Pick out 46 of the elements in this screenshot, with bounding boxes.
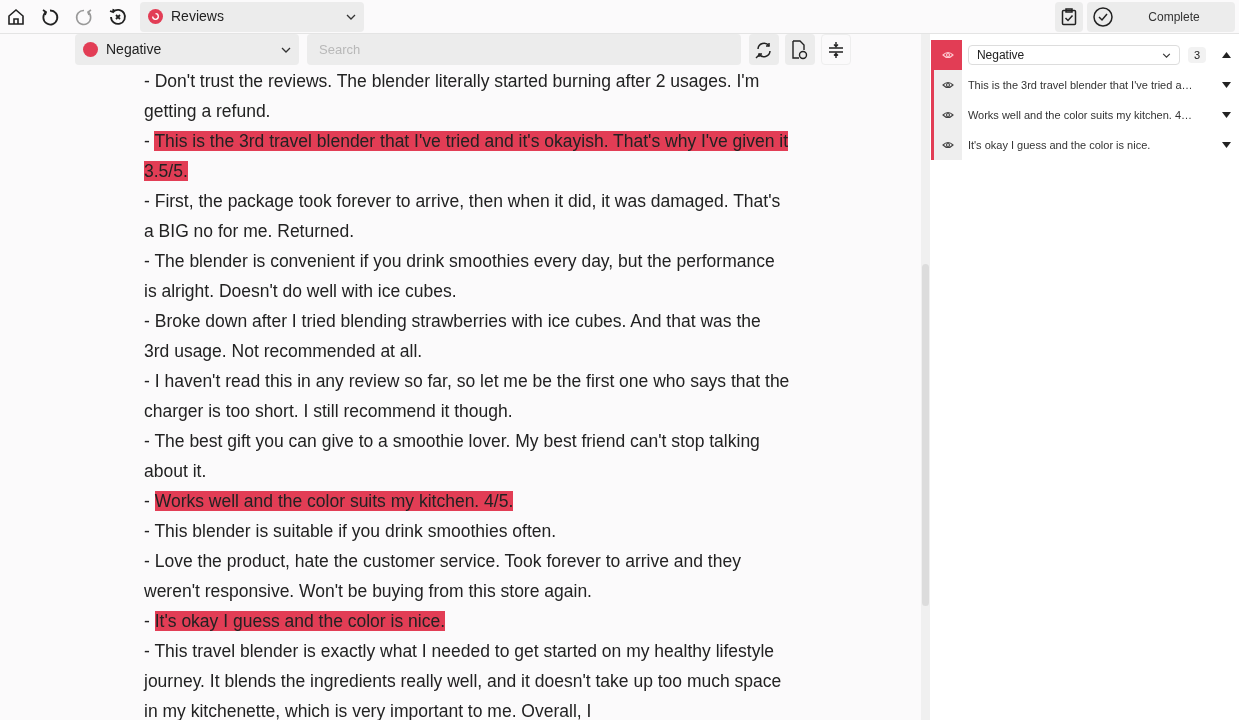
review-line: - Broke down after I tried blending strawberries with ice cubes. And that was the 3rd usage. Not recommended at all. bbox=[144, 310, 762, 363]
checklist-button[interactable] bbox=[1055, 1, 1083, 32]
scrollbar-thumb[interactable] bbox=[921, 264, 929, 606]
review-line: - The best gift you can give to a smoothie lover. My best friend can't stop talking about it. bbox=[144, 430, 761, 483]
review-line: - The blender is convenient if you drink smoothies every day, but the performance is alright. Doesn't do well with ice cubes. bbox=[144, 250, 776, 303]
redo-icon[interactable] bbox=[74, 6, 94, 27]
annotation-text[interactable]: Works well and the color suits my kitchen. 4… bbox=[967, 106, 1222, 124]
review-line: - This travel blender is exactly what I needed to get started on my healthy lifestyle journey. It blends the ingredients really well, and it doesn't take up too much space in my kitchenette, which is very important to me. Overall, I bbox=[144, 640, 783, 720]
review-line: - I haven't read this in any review so far, so let me be the first one who says that the charger is too short. I still recommend it though. bbox=[144, 370, 790, 423]
clipboard-check-icon bbox=[1061, 7, 1077, 26]
refresh-icon bbox=[148, 9, 163, 24]
review-line: - This blender is suitable if you drink smoothies often. bbox=[144, 520, 558, 543]
complete-button[interactable]: Complete bbox=[1087, 1, 1235, 32]
home-icon[interactable] bbox=[6, 6, 26, 27]
caret-up-icon[interactable] bbox=[1222, 52, 1231, 58]
caret-down-icon[interactable] bbox=[1222, 112, 1231, 118]
history-icon[interactable] bbox=[108, 6, 128, 27]
label-dropdown[interactable]: Negative bbox=[75, 34, 299, 65]
document-dropdown[interactable]: Reviews bbox=[140, 1, 364, 32]
label-color-tab[interactable] bbox=[933, 40, 962, 70]
chevron-down-icon bbox=[346, 13, 356, 20]
eye-icon[interactable] bbox=[941, 111, 954, 119]
eye-icon[interactable] bbox=[941, 141, 954, 149]
find-replace-button[interactable] bbox=[749, 34, 779, 65]
review-line: - Works well and the color suits my kitchen. 4/5. bbox=[144, 490, 515, 513]
label-name: Negative bbox=[106, 40, 163, 59]
chevron-down-icon bbox=[1161, 52, 1171, 58]
document-icon bbox=[791, 39, 809, 60]
check-circle-icon bbox=[1093, 6, 1113, 27]
caret-down-icon[interactable] bbox=[1222, 82, 1231, 88]
expand-collapse-button[interactable] bbox=[821, 34, 851, 65]
label-dropdown[interactable]: Negative bbox=[967, 45, 1180, 65]
review-line: - First, the package took forever to arrive, then when it did, it was damaged. That's a BIG no for me. Returned. bbox=[144, 190, 782, 243]
review-line: - Love the product, hate the customer service. Took forever to arrive and they weren't responsive. Won't be buying from this store again. bbox=[144, 550, 742, 603]
chevron-down-icon bbox=[281, 46, 291, 53]
caret-down-icon[interactable] bbox=[1222, 142, 1231, 148]
undo-icon[interactable] bbox=[40, 6, 60, 27]
annotation-text[interactable]: This is the 3rd travel blender that I've tried a… bbox=[967, 76, 1222, 94]
document-name: Reviews bbox=[171, 7, 225, 26]
count-badge: 3 bbox=[1187, 46, 1206, 64]
annotation-text[interactable]: It's okay I guess and the color is nice. bbox=[967, 136, 1222, 154]
document-search-button[interactable] bbox=[785, 34, 815, 65]
eye-icon[interactable] bbox=[941, 81, 954, 89]
review-line: - It's okay I guess and the color is nice. bbox=[144, 610, 446, 633]
collapse-icon bbox=[828, 40, 844, 59]
review-line: - Don't trust the reviews. The blender literally started burning after 2 usages. I'm getting a refund. bbox=[144, 70, 761, 123]
